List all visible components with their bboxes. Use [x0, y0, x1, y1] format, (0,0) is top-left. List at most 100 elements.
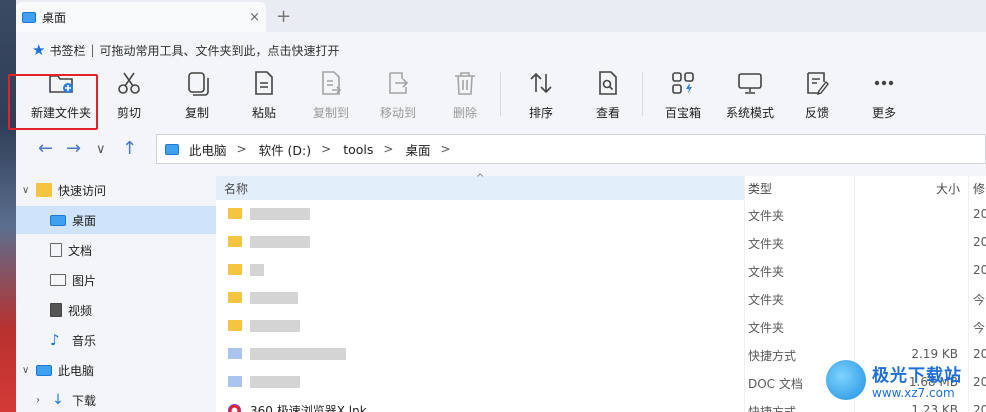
watermark-title: 极光下载站 [872, 365, 962, 386]
move-to-icon [389, 72, 409, 94]
row-type: 快捷方式 [748, 349, 797, 363]
new-tab-icon[interactable]: + [276, 6, 291, 27]
forward-arrow-icon[interactable]: → [66, 138, 81, 159]
copy-button[interactable]: 复制 [162, 68, 232, 124]
sidebar-item-pictures[interactable]: 图片 [16, 266, 216, 294]
sidebar-item-label: 桌面 [72, 213, 97, 228]
breadcrumb-separator[interactable]: > [321, 142, 331, 156]
sort-button[interactable]: 排序 [506, 68, 576, 124]
scissors-icon [118, 72, 140, 94]
up-arrow-icon[interactable]: ↑ [122, 138, 137, 159]
tab-title: 桌面 [42, 10, 67, 25]
chevron-down-icon[interactable]: ∨ [22, 185, 36, 196]
breadcrumb-this-pc[interactable]: 此电脑 [189, 140, 227, 159]
breadcrumb-separator[interactable]: > [237, 142, 247, 156]
delete-label: 删除 [452, 106, 477, 120]
sidebar-item-label: 此电脑 [58, 363, 95, 378]
row-type: 文件夹 [748, 321, 785, 335]
breadcrumb-separator[interactable]: > [440, 142, 450, 156]
address-bar[interactable]: 此电脑 > 软件 (D:) > tools > 桌面 > [156, 134, 986, 164]
bookmark-label[interactable]: 书签栏 [49, 42, 85, 59]
more-icon [874, 80, 894, 86]
row-type: 文件夹 [748, 209, 785, 223]
row-modified: 今 [973, 293, 986, 307]
history-chevron-down-icon[interactable]: ∨ [96, 142, 106, 157]
trash-icon [455, 72, 475, 95]
new-folder-icon [49, 75, 73, 93]
shortcut-file-icon [228, 348, 242, 359]
browser-360-icon [228, 404, 241, 412]
table-row[interactable]: 文件夹 20 [216, 228, 986, 256]
sidebar-item-videos[interactable]: 视频 [16, 296, 216, 324]
toolbox-button[interactable]: 百宝箱 [648, 68, 718, 124]
watermark-logo: 极光下载站 www.xz7.com [826, 352, 982, 408]
blurred-filename [250, 292, 298, 304]
cut-label: 剪切 [116, 106, 141, 120]
toolbar-divider [642, 72, 643, 116]
row-modified: 今 [973, 321, 986, 335]
sidebar-item-documents[interactable]: 文档 [16, 236, 216, 264]
delete-button[interactable]: 删除 [430, 68, 500, 124]
sidebar-item-quick-access[interactable]: ∨ 快速访问 [16, 176, 216, 204]
watermark-url: www.xz7.com [872, 385, 955, 400]
tab-close-icon[interactable]: × [249, 10, 260, 25]
download-arrow-icon: ↓ [52, 392, 64, 408]
row-modified: 20 [973, 235, 986, 249]
blurred-filename [250, 320, 300, 332]
blurred-filename [250, 208, 310, 220]
doc-file-icon [228, 376, 242, 387]
sidebar-item-desktop[interactable]: 桌面 [16, 206, 216, 234]
copy-to-button[interactable]: 复制到 [296, 68, 366, 124]
more-button[interactable]: 更多 [849, 68, 919, 124]
bookmark-separator: | [90, 43, 95, 57]
sidebar-item-label: 图片 [72, 273, 97, 288]
back-arrow-icon[interactable]: ← [38, 138, 53, 159]
paste-button[interactable]: 粘贴 [229, 68, 299, 124]
blurred-filename [250, 264, 264, 276]
view-button[interactable]: 查看 [573, 68, 643, 124]
sidebar-item-music[interactable]: ♪ 音乐 [16, 326, 216, 354]
tab-bar: 桌面 × + [16, 0, 986, 32]
breadcrumb-tools[interactable]: tools [343, 142, 373, 157]
paste-label: 粘贴 [251, 106, 276, 120]
table-row[interactable]: 文件夹 20 [216, 200, 986, 228]
this-pc-icon [36, 364, 52, 376]
new-folder-button[interactable]: 新建文件夹 [26, 68, 96, 124]
blurred-filename [250, 376, 300, 388]
tab-desktop[interactable]: 桌面 × [16, 2, 266, 32]
sidebar-item-this-pc[interactable]: ∨ 此电脑 [16, 356, 216, 384]
feedback-button[interactable]: 反馈 [782, 68, 852, 124]
column-header-name[interactable]: 名称 [224, 180, 248, 197]
breadcrumb-drive-d[interactable]: 软件 (D:) [259, 140, 312, 159]
table-row[interactable]: 文件夹 今 [216, 312, 986, 340]
column-header-type[interactable]: 类型 [748, 180, 772, 197]
desktop-icon [22, 11, 36, 23]
cut-button[interactable]: 剪切 [94, 68, 164, 124]
folder-icon [228, 264, 242, 275]
video-icon [50, 303, 62, 317]
document-icon [50, 243, 62, 257]
system-mode-button[interactable]: 系统模式 [715, 68, 785, 124]
desktop-icon [50, 214, 66, 226]
row-type: 快捷方式 [748, 405, 797, 412]
picture-icon [50, 274, 66, 286]
row-modified: 20 [973, 207, 986, 221]
table-row[interactable]: 文件夹 今 [216, 284, 986, 312]
sidebar-item-downloads[interactable]: › ↓ 下载 [16, 386, 216, 412]
breadcrumb-separator[interactable]: > [383, 142, 393, 156]
column-header-modified[interactable]: 修 [973, 180, 985, 197]
table-row[interactable]: 文件夹 20 [216, 256, 986, 284]
desktop-background-strip [0, 0, 16, 412]
column-header-size[interactable]: 大小 [936, 180, 960, 197]
toolbox-label: 百宝箱 [664, 106, 701, 120]
breadcrumb-desktop[interactable]: 桌面 [405, 140, 430, 159]
view-label: 查看 [595, 106, 620, 120]
chevron-down-icon[interactable]: ∨ [22, 365, 36, 376]
chevron-right-icon[interactable]: › [36, 395, 50, 406]
sort-icon [530, 72, 552, 94]
move-to-label: 移动到 [379, 106, 416, 120]
sort-ascending-icon: ^ [476, 173, 485, 184]
move-to-button[interactable]: 移动到 [363, 68, 433, 124]
system-mode-label: 系统模式 [725, 106, 774, 120]
folder-icon [228, 236, 242, 247]
